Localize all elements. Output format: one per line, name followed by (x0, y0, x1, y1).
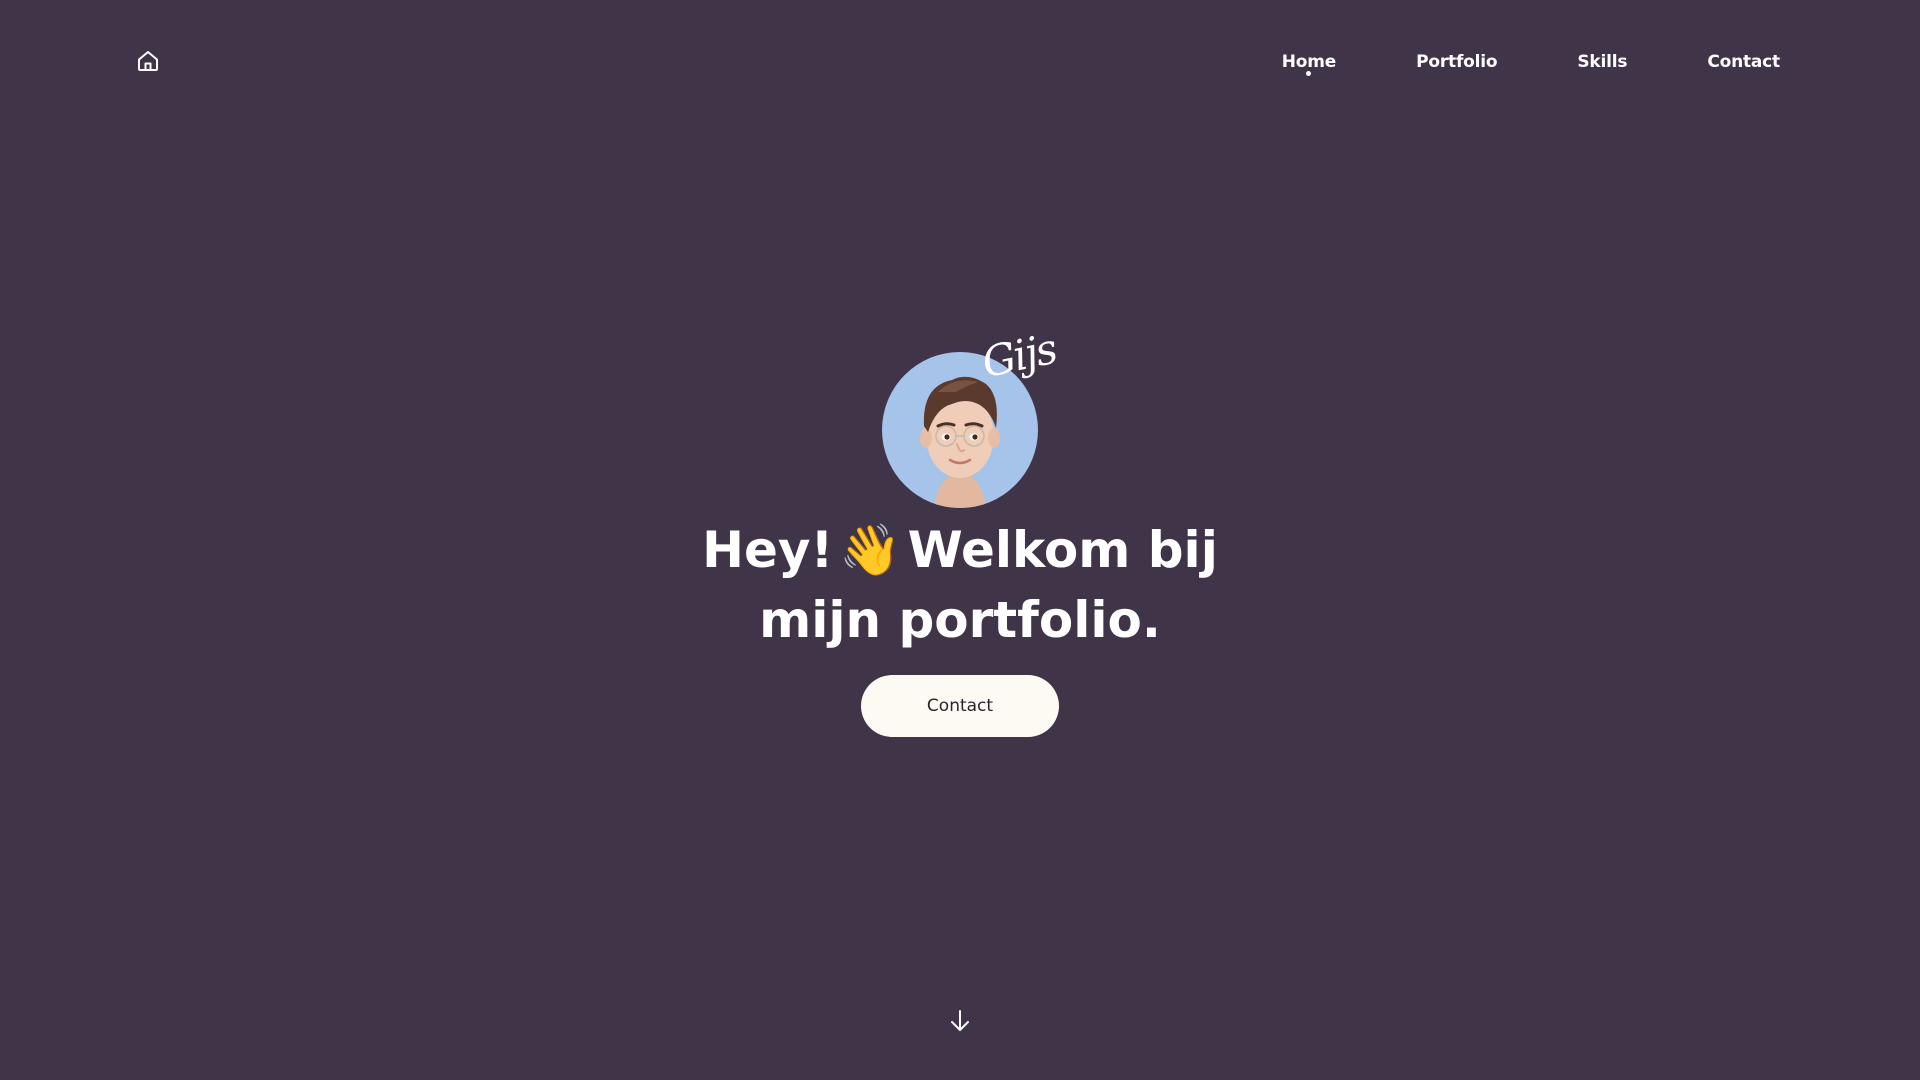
nav-item-skills[interactable]: Skills (1577, 50, 1627, 74)
heading-line-two: mijn portfolio. (759, 591, 1161, 649)
nav-item-home[interactable]: Home (1281, 50, 1337, 76)
main-nav: Home Portfolio Skills Contact (1281, 50, 1780, 76)
active-indicator-dot (1306, 71, 1312, 76)
heading-welcome: Welkom bij (907, 521, 1218, 579)
home-icon[interactable] (136, 49, 160, 73)
contact-button[interactable]: Contact (861, 675, 1059, 737)
site-header: Home Portfolio Skills Contact (0, 0, 1920, 124)
hero-heading: Hey! 👋 Welkom bij mijn portfolio. (702, 515, 1218, 655)
avatar-block: Gijs (882, 324, 1060, 508)
waving-hand-icon: 👋 (839, 521, 902, 579)
arrow-down-icon[interactable] (948, 1008, 972, 1034)
nav-item-label: Portfolio (1416, 52, 1498, 72)
signature-text: Gijs (977, 323, 1060, 388)
page: Home Portfolio Skills Contact Gijs Hey! … (0, 0, 1920, 1080)
nav-item-label: Home (1281, 52, 1337, 72)
nav-item-portfolio[interactable]: Portfolio (1416, 50, 1497, 74)
nav-item-contact[interactable]: Contact (1707, 50, 1780, 74)
heading-greeting: Hey! (702, 521, 834, 579)
nav-item-label: Skills (1577, 52, 1628, 72)
nav-item-label: Contact (1707, 52, 1780, 72)
hero-section: Gijs Hey! 👋 Welkom bij mijn portfolio. Con… (0, 324, 1920, 737)
